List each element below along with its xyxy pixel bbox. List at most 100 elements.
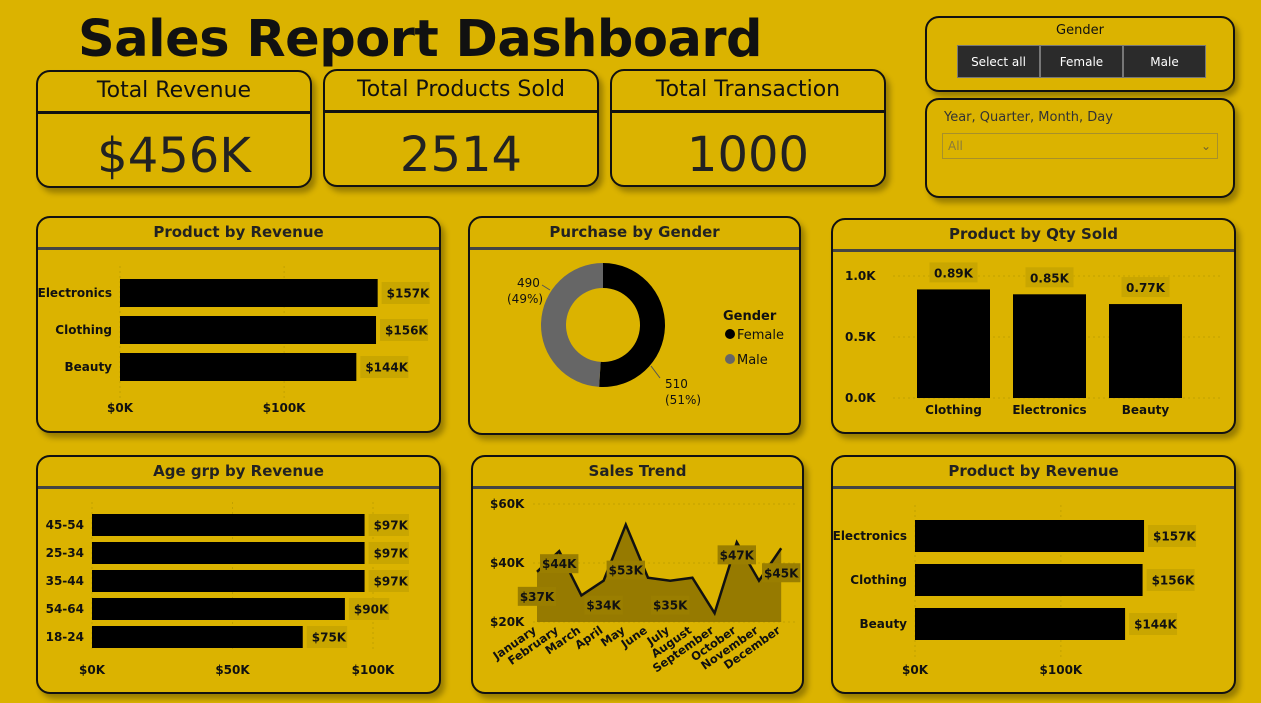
data-label: $97K: [374, 547, 409, 561]
gender-select-all-button[interactable]: Select all: [957, 45, 1040, 78]
bar: [92, 598, 345, 620]
category-label: Beauty: [65, 360, 113, 374]
bar: [120, 279, 378, 307]
category-label: 45-54: [46, 518, 84, 532]
category-label: Electronics: [833, 529, 907, 543]
age-revenue-chart: 45-54 $97K 25-34 $97K 35-44 $97K 54-64 $90K 18-2…: [46, 502, 409, 677]
kpi-label: Total Products Sold: [357, 77, 565, 102]
gender-male-button[interactable]: Male: [1123, 45, 1206, 78]
y-tick-label: $40K: [490, 556, 525, 570]
kpi-label: Total Transaction: [655, 77, 841, 102]
product-revenue-chart-card-2: Product by Revenue Electronics $157K Cloth…: [831, 455, 1236, 694]
data-label: $53K: [609, 564, 644, 578]
data-label: $144K: [365, 361, 408, 375]
gender-donut-card: Purchase by Gender 510 (51%) 490 (49%) Gende…: [468, 216, 801, 435]
data-label: $156K: [1152, 574, 1195, 588]
gender-female-button[interactable]: Female: [1040, 45, 1123, 78]
bar: [120, 353, 357, 381]
bar: [92, 570, 365, 592]
category-label: Electronics: [1012, 403, 1086, 417]
y-tick-label: 0.5K: [845, 330, 876, 344]
date-slicer: Year, Quarter, Month, Day All ⌄: [925, 98, 1235, 198]
qty-sold-chart: 0.0K 0.5K 1.0K 0.89K Clothing 0.85K Electronic…: [845, 262, 1223, 417]
bar: [915, 520, 1145, 552]
data-label: $37K: [520, 590, 555, 604]
kpi-total-products-sold: Total Products Sold 2514: [323, 69, 599, 187]
qty-sold-chart-card: Product by Qty Sold 0.0K 0.5K 1.0K 0.89K Clo…: [831, 218, 1236, 434]
y-tick-label: 1.0K: [845, 269, 876, 283]
bar: [92, 514, 365, 536]
data-label: 490: [517, 276, 540, 290]
legend-marker: [725, 354, 735, 364]
bar: [1013, 294, 1086, 398]
data-label: 510: [665, 377, 688, 391]
product-revenue-chart: Electronics $157K Clothing $156K Beauty $144K…: [38, 266, 430, 415]
bar: [1109, 304, 1182, 398]
age-revenue-chart-card: Age grp by Revenue 45-54 $97K 25-34 $97K 35-…: [36, 455, 441, 694]
category-label: 25-34: [46, 546, 84, 560]
product-revenue-chart-card: Product by Revenue Electronics $157K Cloth…: [36, 216, 441, 433]
data-label: (49%): [507, 292, 543, 306]
data-label: 0.89K: [934, 266, 974, 280]
category-label: Clothing: [850, 573, 907, 587]
kpi-divider: [612, 110, 884, 113]
chevron-down-icon[interactable]: ⌄: [1201, 134, 1211, 158]
bar: [915, 564, 1143, 596]
bar: [915, 608, 1126, 640]
data-label: $157K: [387, 287, 430, 301]
date-dropdown-value: All: [948, 139, 963, 153]
category-label: Electronics: [38, 286, 112, 300]
data-label: $47K: [720, 548, 755, 562]
gender-options: Select all Female Male: [957, 45, 1206, 78]
data-label: (51%): [665, 393, 701, 407]
kpi-total-transaction: Total Transaction 1000: [610, 69, 886, 187]
data-label: $144K: [1134, 618, 1177, 632]
legend-label: Female: [737, 328, 784, 343]
kpi-total-revenue: Total Revenue $456K: [36, 70, 312, 188]
bar: [92, 626, 303, 648]
y-tick-label: $60K: [490, 497, 525, 511]
x-tick-label: $100K: [1040, 663, 1083, 677]
data-label: $34K: [586, 599, 621, 613]
x-tick-label: $50K: [215, 663, 250, 677]
x-tick-label: $0K: [79, 663, 106, 677]
leader-line: [650, 365, 661, 379]
legend-label: Male: [737, 353, 768, 368]
donut-slice-male: [541, 263, 603, 387]
data-label: $157K: [1153, 530, 1196, 544]
donut-slice-female: [599, 263, 666, 387]
data-label: $35K: [653, 599, 688, 613]
category-label: Beauty: [860, 617, 908, 631]
category-label: Clothing: [925, 403, 982, 417]
x-tick-label: $0K: [107, 401, 134, 415]
leader-line: [541, 284, 551, 291]
data-label: $90K: [354, 603, 389, 617]
x-tick-label: $100K: [263, 401, 306, 415]
x-tick-label: $100K: [352, 663, 395, 677]
gender-slicer: Gender Select all Female Male: [925, 16, 1235, 92]
x-tick-label: $0K: [902, 663, 929, 677]
data-label: $97K: [374, 519, 409, 533]
gender-donut-chart: 510 (51%) 490 (49%) Gender Female Male: [507, 263, 784, 407]
gender-slicer-title: Gender: [1056, 23, 1104, 38]
kpi-label: Total Revenue: [96, 78, 252, 103]
kpi-value: 2514: [399, 127, 523, 183]
category-label: Beauty: [1122, 403, 1170, 417]
date-dropdown[interactable]: All ⌄: [942, 133, 1218, 159]
kpi-divider: [38, 111, 310, 114]
bar: [120, 316, 377, 344]
data-label: $156K: [385, 324, 428, 338]
data-label: $45K: [764, 566, 799, 580]
data-label: 0.85K: [1030, 271, 1070, 285]
y-tick-label: 0.0K: [845, 391, 876, 405]
bar: [917, 289, 990, 398]
data-label: $75K: [312, 631, 347, 645]
kpi-divider: [325, 110, 597, 113]
kpi-value: $456K: [97, 128, 251, 184]
dashboard-title: Sales Report Dashboard: [78, 10, 763, 69]
category-label: Clothing: [55, 323, 112, 337]
data-label: $97K: [374, 575, 409, 589]
legend-marker: [725, 329, 735, 339]
sales-trend-chart-card: Sales Trend $20K $40K $60K $37K $44K $34K $53K…: [471, 455, 804, 694]
category-label: 54-64: [46, 602, 84, 616]
